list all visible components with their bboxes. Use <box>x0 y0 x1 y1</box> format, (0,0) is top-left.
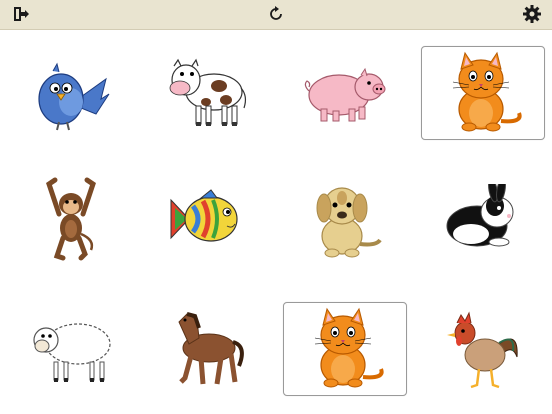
sheep-image <box>33 323 111 382</box>
exit-button[interactable] <box>8 3 32 25</box>
animal-card-pig[interactable] <box>282 47 406 141</box>
fish-image <box>170 189 238 242</box>
animal-card-rooster[interactable] <box>421 302 545 396</box>
refresh-icon <box>270 6 282 20</box>
animal-card-horse[interactable] <box>145 302 269 396</box>
gear-icon <box>523 5 541 23</box>
animal-card-fish[interactable] <box>145 172 269 266</box>
animal-card-monkey[interactable] <box>9 172 133 266</box>
animal-card-cat[interactable] <box>421 46 545 140</box>
exit-door-icon <box>14 7 29 21</box>
horse-image <box>178 312 244 385</box>
reset-button[interactable] <box>264 3 288 25</box>
animal-card-grid <box>0 30 552 414</box>
cat-image <box>452 51 522 132</box>
animal-card-dog[interactable] <box>282 172 406 266</box>
animal-card-sheep[interactable] <box>9 302 133 396</box>
pig-image <box>304 67 386 122</box>
animal-card-bird[interactable] <box>9 47 133 141</box>
animal-card-cat[interactable] <box>283 302 407 396</box>
toolbar <box>0 0 552 30</box>
monkey-image <box>46 177 96 261</box>
rabbit-image <box>446 184 514 247</box>
rooster-image <box>447 311 518 389</box>
bird-image <box>38 62 110 131</box>
cat-image <box>314 307 384 388</box>
cow-image <box>169 58 247 126</box>
animal-card-cow[interactable] <box>145 47 269 141</box>
dog-image <box>316 187 382 258</box>
animal-card-rabbit[interactable] <box>421 172 545 266</box>
settings-button[interactable] <box>520 3 544 25</box>
